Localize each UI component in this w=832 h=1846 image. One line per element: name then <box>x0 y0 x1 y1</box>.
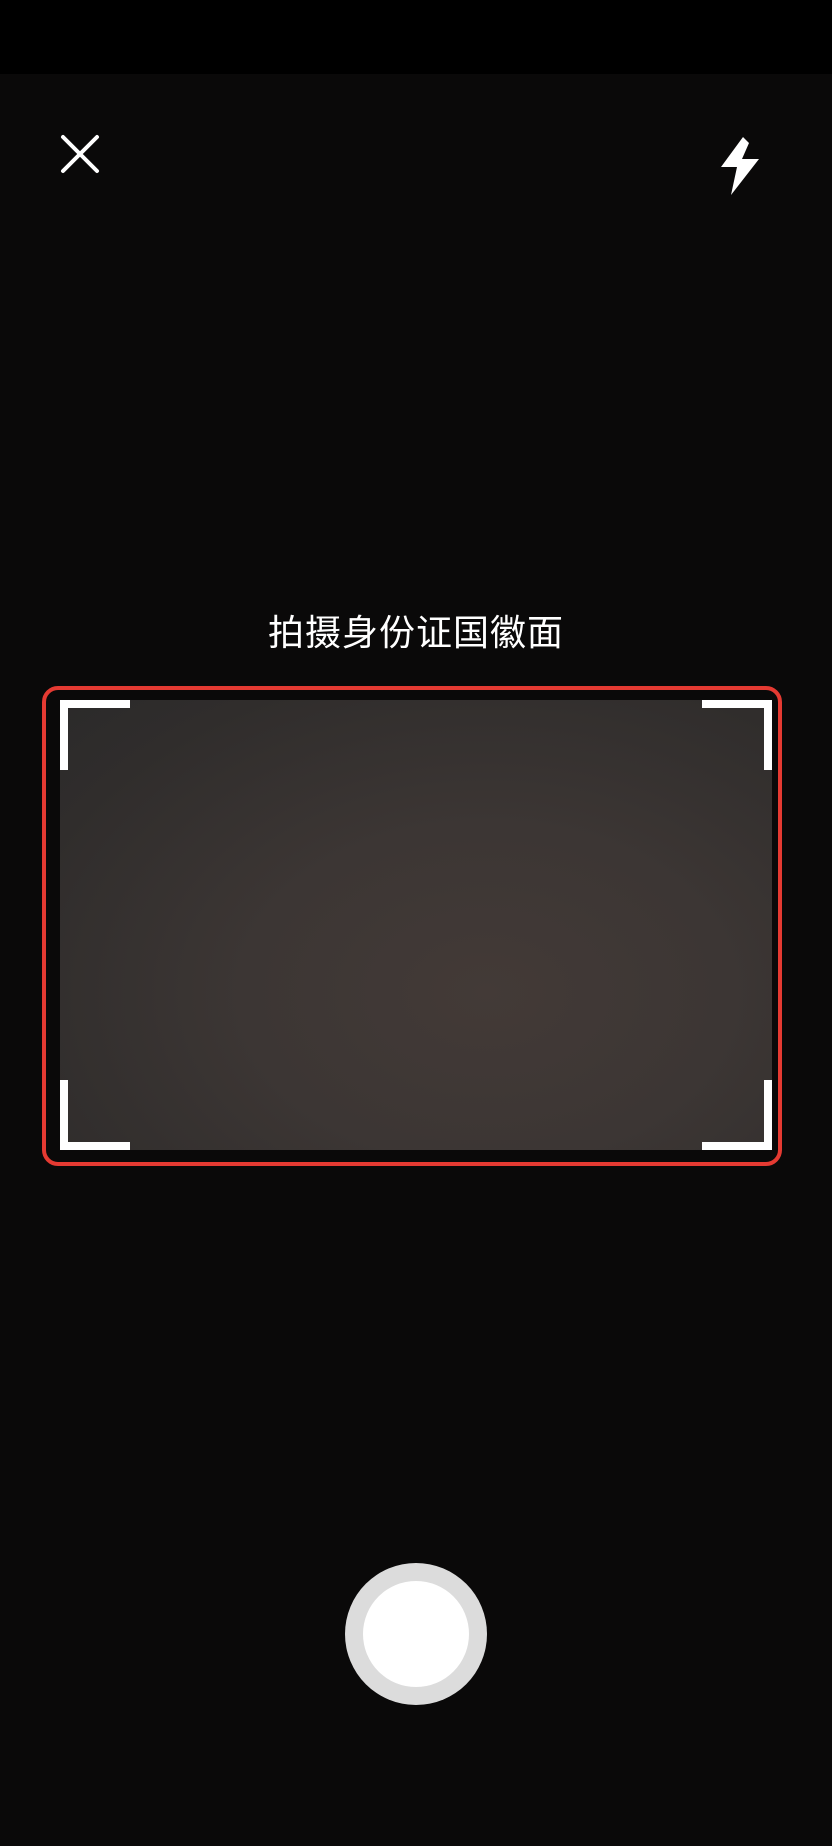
shutter-button-inner <box>363 1581 469 1687</box>
frame-corner-top-right <box>702 700 772 770</box>
close-icon <box>61 135 99 173</box>
shutter-button[interactable] <box>345 1563 487 1705</box>
flash-button[interactable] <box>712 134 768 198</box>
close-button[interactable] <box>48 122 112 186</box>
frame-corner-top-left <box>60 700 130 770</box>
capture-instruction: 拍摄身份证国徽面 <box>267 613 564 654</box>
frame-corner-bottom-right <box>702 1080 772 1150</box>
flash-icon <box>721 137 759 195</box>
camera-screen: 拍摄身份证国徽面 <box>0 0 832 1846</box>
frame-corner-bottom-left <box>60 1080 130 1150</box>
status-bar <box>0 0 832 74</box>
camera-viewfinder <box>60 700 772 1150</box>
